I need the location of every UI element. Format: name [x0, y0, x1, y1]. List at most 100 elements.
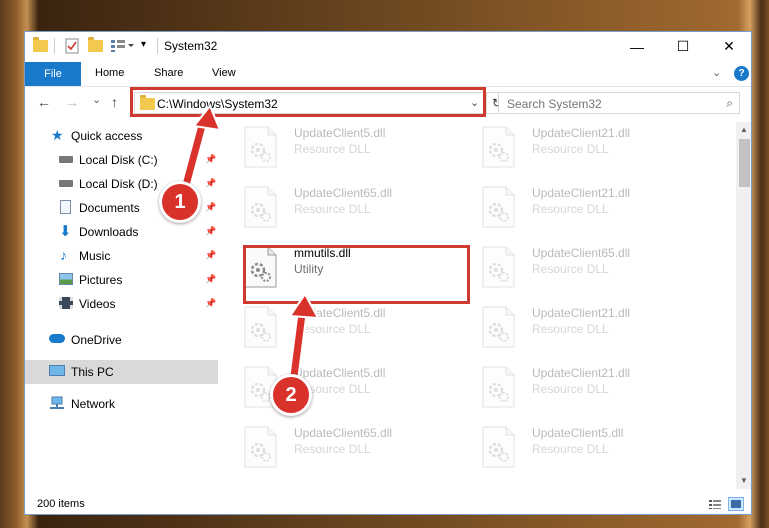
drive-icon [59, 180, 73, 187]
dll-file-icon [244, 306, 277, 348]
tab-share[interactable]: Share [154, 67, 183, 79]
dll-file-icon [482, 426, 515, 468]
dll-file-icon [244, 126, 277, 168]
pin-icon[interactable]: 📌 [205, 274, 216, 285]
sidebar-item-label: Quick access [71, 129, 143, 143]
sidebar-item-label: This PC [71, 365, 114, 379]
pin-icon[interactable]: 📌 [205, 178, 216, 189]
sidebar-item-label: Videos [79, 297, 116, 311]
file-type: Resource DLL [532, 442, 609, 456]
title-bar: ▾ System32 — ☐ ✕ [25, 32, 751, 62]
file-item[interactable]: UpdateClient21.dll Resource DLL [466, 122, 702, 174]
sidebar-item-network[interactable]: Network [25, 392, 218, 416]
star-icon: ★ [51, 127, 64, 143]
customize-toolbar-icon[interactable] [111, 39, 139, 55]
new-folder-icon[interactable] [88, 37, 104, 54]
maximize-button[interactable]: ☐ [660, 32, 706, 61]
file-highlight-box [243, 245, 470, 304]
file-item[interactable]: UpdateClient21.dll Resource DLL [466, 182, 702, 234]
tab-home[interactable]: Home [95, 67, 124, 79]
dll-file-icon [482, 186, 515, 228]
close-button[interactable]: ✕ [706, 32, 751, 61]
file-type: Resource DLL [532, 202, 609, 216]
file-item[interactable]: UpdateClient5.dll Resource DLL [228, 302, 464, 354]
file-item[interactable]: UpdateClient65.dll Resource DLL [228, 422, 464, 474]
back-button[interactable]: ← [37, 94, 51, 110]
sidebar-item-label: Local Disk (C:) [79, 153, 158, 167]
sidebar-item-label: Music [79, 249, 111, 263]
details-view-button[interactable] [707, 497, 723, 511]
file-name: UpdateClient5.dll [294, 126, 386, 140]
file-type: Resource DLL [294, 202, 371, 216]
sidebar-item-downloads[interactable]: ⬇ Downloads 📌 [25, 220, 218, 244]
status-bar: 200 items [25, 493, 751, 514]
file-name: UpdateClient21.dll [532, 306, 631, 320]
dll-file-icon [482, 366, 515, 408]
sidebar-item-pictures[interactable]: Pictures 📌 [25, 268, 218, 292]
toolbar-divider [54, 38, 55, 54]
scroll-thumb[interactable] [739, 139, 750, 187]
large-icons-view-button[interactable] [728, 497, 744, 511]
search-input[interactable] [505, 95, 709, 113]
dll-file-icon [482, 126, 515, 168]
search-box[interactable]: ⌕ [498, 92, 740, 114]
minimize-button[interactable]: — [614, 32, 660, 61]
dll-file-icon [482, 306, 515, 348]
file-name: UpdateClient21.dll [532, 186, 631, 200]
scroll-down-icon[interactable]: ▼ [740, 476, 748, 485]
search-icon[interactable]: ⌕ [726, 96, 733, 111]
file-name: UpdateClient65.dll [294, 426, 393, 440]
dropdown-arrow-icon[interactable]: ▾ [141, 39, 146, 55]
dll-file-icon [244, 426, 277, 468]
vertical-scrollbar[interactable]: ▲ ▼ [736, 122, 751, 489]
pin-icon[interactable]: 📌 [205, 250, 216, 261]
sidebar-item-this-pc[interactable]: This PC [25, 360, 218, 384]
drive-icon [59, 156, 73, 163]
sidebar-item-quick-access[interactable]: ★ Quick access [25, 124, 218, 148]
file-item[interactable]: UpdateClient5.dll Resource DLL [228, 362, 464, 414]
file-type: Resource DLL [294, 322, 371, 336]
documents-icon [60, 200, 71, 214]
videos-icon [59, 297, 73, 309]
file-item[interactable]: UpdateClient21.dll Resource DLL [466, 362, 702, 414]
file-list: UpdateClient5.dll Resource DLL UpdateClien… [228, 122, 734, 487]
sidebar-item-videos[interactable]: Videos 📌 [25, 292, 218, 316]
pin-icon[interactable]: 📌 [205, 202, 216, 213]
sidebar-item-label: OneDrive [71, 333, 122, 347]
file-item[interactable]: UpdateClient5.dll Resource DLL [228, 122, 464, 174]
file-name: UpdateClient65.dll [294, 186, 393, 200]
expand-ribbon-icon[interactable]: ⌄ [712, 66, 721, 79]
pictures-icon [59, 273, 73, 285]
computer-icon [49, 365, 65, 376]
up-button[interactable]: ↑ [111, 94, 118, 110]
sidebar-item-music[interactable]: ♪ Music 📌 [25, 244, 218, 268]
file-item[interactable]: UpdateClient5.dll Resource DLL [466, 422, 702, 474]
pin-icon[interactable]: 📌 [205, 298, 216, 309]
file-name: UpdateClient21.dll [532, 366, 631, 380]
tab-file[interactable]: File [25, 62, 81, 86]
sidebar-item-label: Network [71, 397, 116, 411]
sidebar-item-local-disk-c[interactable]: Local Disk (C:) 📌 [25, 148, 218, 172]
music-icon: ♪ [60, 247, 67, 263]
file-item[interactable]: UpdateClient65.dll Resource DLL [466, 242, 702, 294]
toolbar-divider [157, 38, 158, 54]
scroll-up-icon[interactable]: ▲ [740, 125, 748, 134]
folder-icon[interactable] [33, 37, 49, 54]
pin-icon[interactable]: 📌 [205, 226, 216, 237]
recent-locations-button[interactable]: ⌄ [92, 93, 101, 106]
file-item[interactable]: UpdateClient65.dll Resource DLL [228, 182, 464, 234]
sidebar-item-onedrive[interactable]: OneDrive [25, 328, 218, 352]
tab-view[interactable]: View [212, 67, 236, 79]
help-icon[interactable]: ? [734, 66, 749, 81]
sidebar-item-label: Pictures [79, 273, 123, 287]
properties-icon[interactable] [65, 38, 81, 54]
dll-file-icon [244, 186, 277, 228]
file-item[interactable]: UpdateClient21.dll Resource DLL [466, 302, 702, 354]
pin-icon[interactable]: 📌 [205, 154, 216, 165]
file-type: Resource DLL [532, 382, 609, 396]
downloads-icon: ⬇ [59, 223, 72, 240]
item-count: 200 items [37, 498, 85, 510]
forward-button[interactable]: → [65, 94, 79, 110]
file-type: Resource DLL [532, 322, 609, 336]
file-name: UpdateClient5.dll [532, 426, 624, 440]
